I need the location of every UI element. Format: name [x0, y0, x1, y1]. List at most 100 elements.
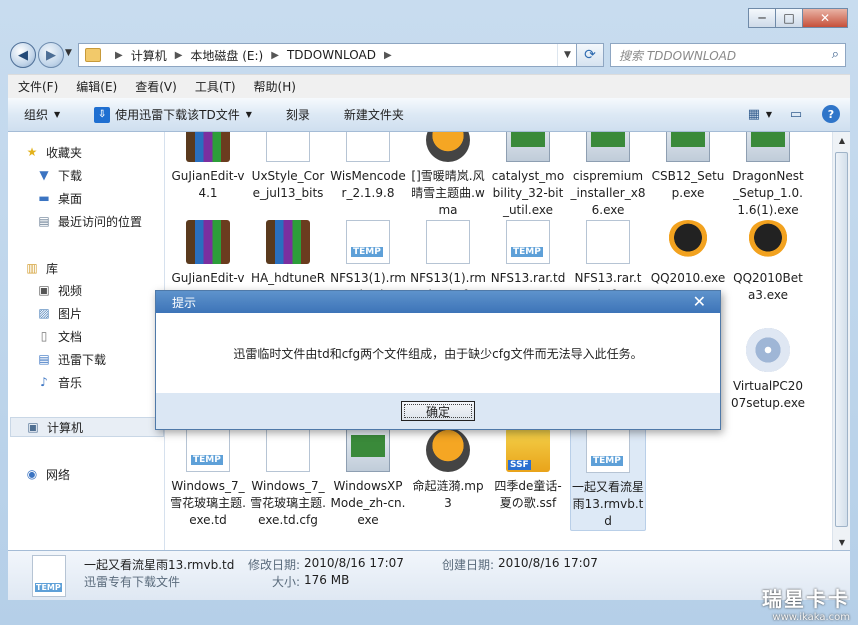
app-file-icon — [506, 132, 550, 162]
app-file-icon — [586, 132, 630, 162]
sidebar-label: 库 — [46, 261, 59, 276]
details-created-label: 创建日期: — [442, 558, 495, 572]
chevron-right-icon[interactable]: ▶ — [175, 50, 183, 61]
chevron-right-icon[interactable]: ▶ — [115, 50, 123, 61]
file-name: 命起涟漪.mp3 — [412, 479, 484, 510]
help-icon[interactable]: ? — [822, 105, 840, 123]
file-item[interactable]: QQ2010Beta3.exe — [730, 220, 806, 304]
qq-file-icon — [746, 220, 790, 264]
sidebar-favorites-header[interactable]: ★ 收藏夹 — [24, 142, 82, 162]
sidebar-item-pictures[interactable]: ▨ 图片 — [36, 303, 82, 323]
navigation-pane: ★ 收藏夹 ▼ 下载 ▬ 桌面 ▤ 最近访问的位置 ▥ 库 ▣ 视频 ▨ 图片 … — [8, 132, 165, 550]
file-item[interactable]: WindowsXPMode_zh-cn.exe — [330, 428, 406, 529]
file-item[interactable]: []雪暖晴岚.风晴雪主题曲.wma — [410, 132, 486, 219]
scrollbar-thumb[interactable] — [835, 152, 848, 527]
sidebar-label: 音乐 — [58, 375, 83, 390]
sidebar-item-recent-places[interactable]: ▤ 最近访问的位置 — [36, 211, 142, 231]
sidebar-label: 图片 — [58, 306, 83, 321]
file-name: CSB12_Setup.exe — [651, 169, 725, 200]
rar-file-icon — [186, 220, 230, 264]
file-item[interactable]: 命起涟漪.mp3 — [410, 428, 486, 512]
minimize-button[interactable]: ─ — [748, 8, 776, 28]
forward-button[interactable]: ▶ — [38, 42, 64, 68]
sidebar-item-network[interactable]: ◉ 网络 — [24, 464, 70, 484]
chevron-down-icon[interactable]: ▼ — [766, 110, 772, 119]
details-type: 迅雷专有下载文件 — [84, 575, 181, 589]
message-dialog: 提示 ✕ 迅雷临时文件由td和cfg两个文件组成，由于缺少cfg文件而无法导入此… — [155, 290, 721, 430]
file-item[interactable]: cispremium_installer_x86.exe — [570, 132, 646, 219]
file-item[interactable]: 一起又看流星雨13.rmvb.td — [570, 428, 646, 531]
address-bar[interactable]: ▶ 计算机 ▶ 本地磁盘 (E:) ▶ TDDOWNLOAD ▶ ▼ — [78, 43, 578, 67]
chevron-right-icon[interactable]: ▶ — [384, 50, 392, 61]
file-item[interactable]: Windows_7_雪花玻璃主题.exe.td — [170, 428, 246, 529]
sidebar-libraries-header[interactable]: ▥ 库 — [24, 258, 58, 278]
breadcrumb-tddownload[interactable]: TDDOWNLOAD — [287, 48, 376, 62]
rar-file-icon — [266, 220, 310, 264]
forward-arrow-icon: ▶ — [46, 47, 56, 63]
file-item[interactable]: CSB12_Setup.exe — [650, 132, 726, 202]
sidebar-item-documents[interactable]: ▯ 文档 — [36, 326, 82, 346]
file-item[interactable]: 四季de童话-夏の歌.ssf — [490, 428, 566, 512]
site-watermark: 瑞星卡卡 www.ikaka.com — [728, 583, 850, 623]
scroll-up-icon[interactable]: ▲ — [833, 132, 851, 148]
file-item[interactable]: DragonNest_Setup_1.0.1.6(1).exe — [730, 132, 806, 219]
sidebar-item-xunlei-downloads[interactable]: ▤ 迅雷下载 — [36, 349, 106, 369]
music-file-icon — [426, 132, 470, 162]
sidebar-item-downloads[interactable]: ▼ 下载 — [36, 165, 82, 185]
address-dropdown-icon[interactable]: ▼ — [557, 44, 577, 66]
recent-places-icon: ▤ — [38, 214, 50, 228]
menu-help[interactable]: 帮助(H) — [254, 78, 296, 95]
temp-file-icon — [506, 220, 550, 264]
preview-pane-icon[interactable]: ▭ — [786, 104, 806, 124]
recent-pages-dropdown-icon[interactable]: ▼ — [65, 48, 72, 58]
scroll-down-icon[interactable]: ▼ — [833, 534, 851, 550]
refresh-icon: ⟳ — [584, 47, 596, 63]
menu-file[interactable]: 文件(F) — [18, 78, 58, 95]
breadcrumb-computer[interactable]: 计算机 — [131, 47, 167, 64]
back-button[interactable]: ◀ — [10, 42, 36, 68]
search-input[interactable]: 搜索 TDDOWNLOAD ⌕ — [610, 43, 846, 67]
file-name: WisMencoder_2.1.9.8 — [330, 169, 406, 200]
menu-edit[interactable]: 编辑(E) — [76, 78, 117, 95]
dialog-title-bar[interactable]: 提示 ✕ — [156, 291, 720, 313]
burn-button[interactable]: 刻录 — [286, 106, 310, 123]
details-filename: 一起又看流星雨13.rmvb.td — [84, 558, 235, 572]
file-item[interactable]: UxStyle_Core_jul13_bits — [250, 132, 326, 202]
file-name: 四季de童话-夏の歌.ssf — [494, 479, 562, 510]
organize-button[interactable]: 组织 ▼ — [24, 106, 60, 123]
sidebar-item-videos[interactable]: ▣ 视频 — [36, 280, 82, 300]
maximize-button[interactable]: □ — [775, 8, 803, 28]
details-size-label: 大小: — [272, 575, 301, 589]
temp-file-icon — [586, 429, 630, 473]
file-item[interactable]: catalyst_mobility_32-bit_util.exe — [490, 132, 566, 219]
new-folder-button[interactable]: 新建文件夹 — [344, 106, 404, 123]
close-icon[interactable]: ✕ — [693, 292, 706, 311]
sidebar-item-computer[interactable]: ▣ 计算机 — [10, 417, 164, 437]
sidebar-item-music[interactable]: ♪ 音乐 — [36, 372, 82, 392]
file-item[interactable]: VirtualPC2007setup.exe — [730, 328, 806, 412]
ok-button[interactable]: 确定 — [401, 401, 475, 421]
details-size-value: 176 MB — [304, 573, 350, 587]
menu-tools[interactable]: 工具(T) — [195, 78, 236, 95]
view-options-icon[interactable]: ▦ — [744, 104, 764, 124]
file-name: GuJianEdit-v4.1 — [171, 169, 245, 200]
breadcrumb-drive-e[interactable]: 本地磁盘 (E:) — [190, 47, 263, 64]
file-item[interactable]: GuJianEdit-v4.1 — [170, 132, 246, 202]
file-item[interactable]: Windows_7_雪花玻璃主题.exe.td.cfg — [250, 428, 326, 529]
back-arrow-icon: ◀ — [18, 47, 28, 63]
blank-file-icon — [266, 428, 310, 472]
search-icon[interactable]: ⌕ — [832, 47, 839, 62]
refresh-button[interactable]: ⟳ — [576, 43, 604, 67]
close-button[interactable]: ✕ — [802, 8, 848, 28]
rar-file-icon — [186, 132, 230, 162]
video-icon: ▣ — [38, 283, 50, 297]
sidebar-item-desktop[interactable]: ▬ 桌面 — [36, 188, 82, 208]
vertical-scrollbar[interactable]: ▲ ▼ — [832, 132, 850, 550]
xunlei-download-button[interactable]: ⇩ 使用迅雷下载该TD文件 ▼ — [94, 106, 252, 123]
dialog-title: 提示 — [172, 295, 197, 310]
file-item[interactable]: WisMencoder_2.1.9.8 — [330, 132, 406, 202]
file-item[interactable]: QQ2010.exe — [650, 220, 726, 287]
chevron-right-icon[interactable]: ▶ — [271, 50, 279, 61]
menu-view[interactable]: 查看(V) — [135, 78, 177, 95]
file-item[interactable]: NFS13.rar.td — [490, 220, 566, 287]
